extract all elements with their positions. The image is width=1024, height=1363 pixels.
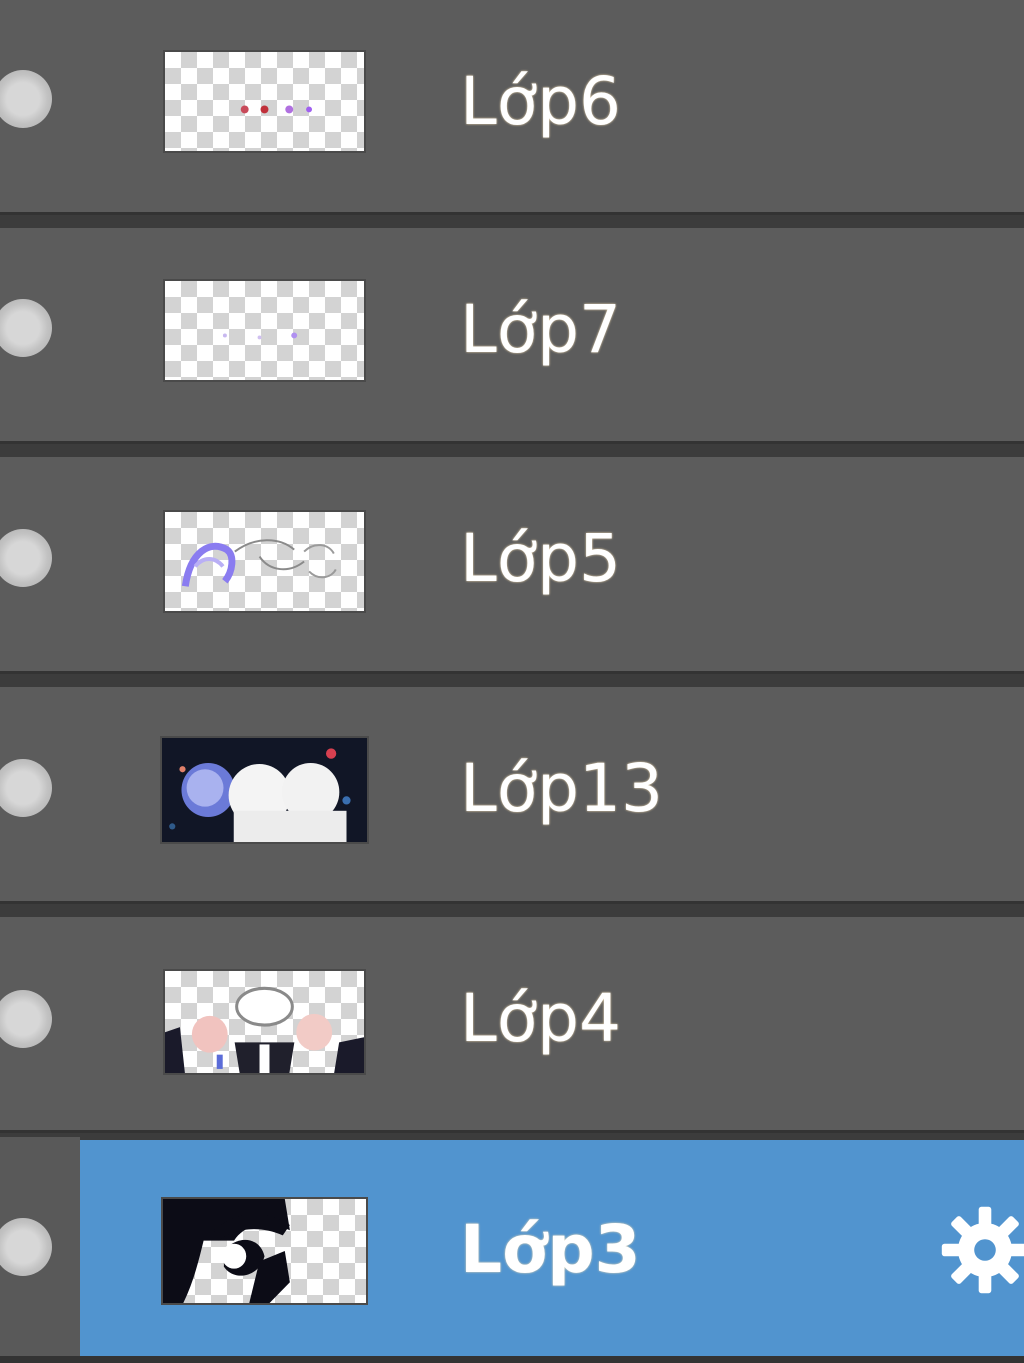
visibility-toggle-icon[interactable] — [0, 759, 52, 817]
layer-name: Lớp4 — [460, 980, 622, 1057]
visibility-toggle-icon[interactable] — [0, 299, 52, 357]
thumbnail-image — [222, 332, 298, 340]
visibility-toggle-icon[interactable] — [0, 70, 52, 128]
gear-shape — [941, 1206, 1024, 1294]
layer-thumbnail — [163, 510, 366, 613]
layer-name: Lớp13 — [460, 750, 664, 827]
layer-name: Lớp7 — [460, 291, 622, 368]
layer-row-4[interactable]: Lớp4 — [0, 917, 1024, 1131]
panel-bottom-edge — [0, 1356, 1024, 1363]
layer-name: Lớp5 — [460, 520, 622, 597]
layer-row-5[interactable]: Lớp5 — [0, 457, 1024, 671]
divider — [0, 901, 1024, 917]
thumbnail-image — [240, 105, 313, 114]
divider — [0, 671, 1024, 687]
layer-thumbnail — [161, 1197, 368, 1305]
layer-thumbnail — [163, 50, 366, 153]
layer-thumbnail — [163, 969, 366, 1075]
layer-row-13[interactable]: Lớp13 — [0, 687, 1024, 901]
layers-panel: Lớp6 Lớp7 Lớp5 Lớp13 Lớp4 Lớp3 — [0, 0, 1024, 1363]
layer-thumbnail — [163, 279, 366, 382]
divider — [0, 441, 1024, 457]
thumbnail-image — [181, 539, 337, 587]
visibility-toggle-icon[interactable] — [0, 529, 52, 587]
divider — [0, 212, 1024, 228]
layer-thumbnail — [160, 736, 369, 844]
thumbnail-image — [165, 986, 364, 1073]
visibility-toggle-icon[interactable] — [0, 990, 52, 1048]
layer-name: Lớp3 — [460, 1211, 641, 1288]
gear-icon[interactable] — [940, 1205, 1024, 1295]
layer-row-6[interactable]: Lớp6 — [0, 0, 1024, 214]
thumbnail-image — [162, 738, 367, 842]
layer-row-7[interactable]: Lớp7 — [0, 228, 1024, 442]
layer-row-3-selected[interactable]: Lớp3 — [0, 1140, 1024, 1356]
layer-name: Lớp6 — [460, 63, 622, 140]
thumbnail-image — [163, 1199, 290, 1303]
